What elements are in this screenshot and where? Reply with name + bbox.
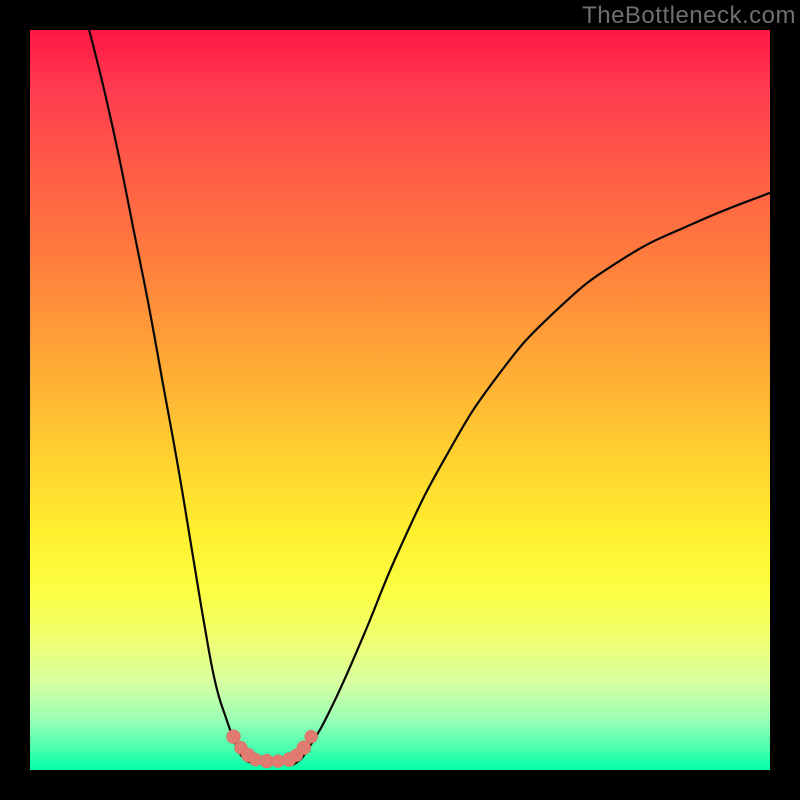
sample-markers <box>227 730 318 768</box>
plot-area <box>30 30 770 770</box>
bottleneck-curve <box>89 30 770 765</box>
marker-dot <box>305 730 318 743</box>
watermark-text: TheBottleneck.com <box>582 2 796 30</box>
curve-svg <box>30 30 770 770</box>
chart-frame: TheBottleneck.com <box>0 0 800 800</box>
